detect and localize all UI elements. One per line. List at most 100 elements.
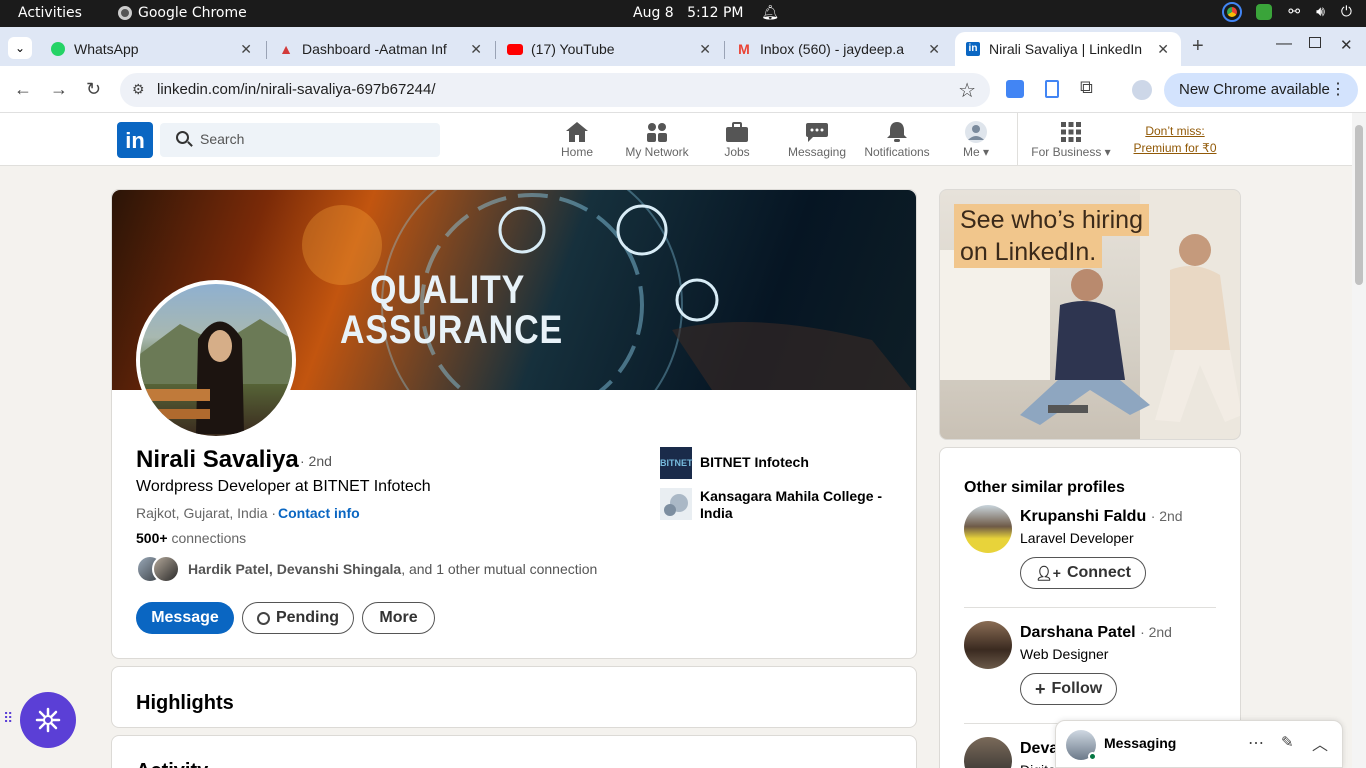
connection-degree: · 2nd bbox=[300, 453, 332, 469]
more-vert-icon[interactable]: ⋮ bbox=[1330, 79, 1346, 99]
similar-name-text: Darshana Patel bbox=[1020, 624, 1136, 641]
nav-jobs-label: Jobs bbox=[724, 145, 750, 159]
profile-avatar-icon[interactable] bbox=[1132, 80, 1152, 100]
drag-handle-icon[interactable]: ⠿ bbox=[3, 710, 13, 727]
gmail-icon: M bbox=[738, 41, 750, 57]
nav-my-network[interactable]: My Network bbox=[617, 119, 697, 159]
connect-label: Connect bbox=[1066, 564, 1131, 581]
system-tray[interactable]: ⚯ 🔊︎ ⏻ bbox=[1222, 2, 1352, 22]
close-icon[interactable]: ✕ bbox=[470, 41, 482, 58]
nav-jobs[interactable]: Jobs bbox=[697, 119, 777, 159]
tab-title: Dashboard -Aatman Inf bbox=[302, 41, 447, 57]
address-bar[interactable]: ⚙ linkedin.com/in/nirali-savaliya-697b67… bbox=[120, 73, 990, 107]
messaging-label: Messaging bbox=[1104, 735, 1177, 751]
similar-name-text: Krupanshi Faldu bbox=[1020, 508, 1147, 525]
mutual-avatar bbox=[152, 555, 180, 583]
assistant-fab[interactable] bbox=[20, 692, 76, 748]
window-close-icon[interactable]: ✕ bbox=[1340, 36, 1353, 54]
minimize-icon[interactable]: — bbox=[1276, 35, 1292, 53]
chevron-up-icon[interactable]: ︿ bbox=[1312, 731, 1328, 755]
more-button[interactable]: More bbox=[362, 602, 435, 634]
close-icon[interactable]: ✕ bbox=[699, 41, 711, 58]
forward-icon[interactable]: → bbox=[50, 79, 68, 100]
bitnet-logo-icon: BITNET bbox=[660, 447, 693, 479]
back-icon[interactable]: ← bbox=[14, 79, 32, 100]
compose-icon[interactable]: ✎ bbox=[1281, 733, 1294, 751]
message-button[interactable]: Message bbox=[136, 602, 234, 634]
follow-button[interactable]: + Follow bbox=[1020, 673, 1118, 705]
nav-messaging[interactable]: Messaging bbox=[777, 119, 857, 159]
nav-notifications[interactable]: Notifications bbox=[857, 119, 937, 159]
connections-count[interactable]: 500+ connections bbox=[136, 530, 246, 546]
me-avatar-icon bbox=[965, 121, 987, 143]
search-box[interactable] bbox=[160, 123, 440, 157]
tab-linkedin[interactable]: in Nirali Savaliya | LinkedIn ✕ bbox=[955, 32, 1181, 66]
contact-info-link[interactable]: Contact info bbox=[278, 505, 360, 521]
tab-gmail[interactable]: M Inbox (560) - jaydeep.a ✕ bbox=[726, 32, 952, 66]
similar-role: Laravel Developer bbox=[1020, 530, 1134, 546]
nav-home-label: Home bbox=[560, 145, 593, 159]
similar-avatar[interactable] bbox=[964, 621, 1012, 669]
nav-messaging-label: Messaging bbox=[787, 145, 847, 159]
premium-line2: Premium for ₹0 bbox=[1133, 141, 1217, 155]
similar-role: Digita bbox=[1020, 762, 1056, 768]
similar-name[interactable]: Deva bbox=[1020, 740, 1058, 758]
nav-for-business-label: For Business bbox=[1031, 145, 1102, 159]
nav-divider bbox=[1017, 113, 1018, 166]
tab-whatsapp[interactable]: WhatsApp ✕ bbox=[40, 32, 264, 66]
mutual-rest: , and 1 other mutual connection bbox=[401, 561, 598, 577]
whatsapp-icon bbox=[50, 41, 66, 57]
linkedin-logo[interactable]: in bbox=[117, 122, 153, 158]
nav-home[interactable]: Home bbox=[537, 119, 617, 159]
similar-name[interactable]: Darshana Patel · 2nd bbox=[1020, 624, 1172, 642]
similar-avatar[interactable] bbox=[964, 737, 1012, 768]
tab-title: Nirali Savaliya | LinkedIn bbox=[989, 41, 1143, 57]
connect-button[interactable]: 👤︎+ Connect bbox=[1020, 557, 1146, 589]
more-horizontal-icon[interactable]: ⋯ bbox=[1248, 733, 1264, 753]
tab-dashboard[interactable]: ▲ Dashboard -Aatman Inf ✕ bbox=[268, 32, 494, 66]
tab-search-icon[interactable]: ⌄ bbox=[8, 37, 32, 59]
extensions-icon[interactable]: ⧉ bbox=[1080, 77, 1093, 98]
ad-headline-line1: See who’s hiring bbox=[954, 204, 1149, 236]
activities-button[interactable]: Activities bbox=[18, 5, 82, 21]
tab-youtube[interactable]: (17) YouTube ✕ bbox=[497, 32, 723, 66]
bookmark-star-icon[interactable]: ☆ bbox=[958, 78, 976, 103]
divider bbox=[964, 607, 1216, 608]
close-icon[interactable]: ✕ bbox=[928, 41, 940, 58]
site-settings-icon[interactable]: ⚙ bbox=[132, 81, 145, 98]
search-input[interactable] bbox=[200, 131, 420, 147]
scrollbar-thumb[interactable] bbox=[1355, 125, 1363, 285]
url-text: linkedin.com/in/nirali-savaliya-697b6724… bbox=[157, 81, 436, 98]
reload-icon[interactable]: ↻ bbox=[86, 79, 101, 100]
clock[interactable]: Aug 8 5:12 PM 🔔︎ bbox=[633, 5, 779, 21]
similar-avatar[interactable] bbox=[964, 505, 1012, 553]
tab-separator bbox=[495, 41, 496, 59]
mutual-connections[interactable]: Hardik Patel, Devanshi Shingala, and 1 o… bbox=[136, 555, 597, 583]
profile-location: Rajkot, Gujarat, India · bbox=[136, 505, 277, 521]
sparkle-icon bbox=[35, 707, 61, 733]
pending-button[interactable]: Pending bbox=[242, 602, 354, 634]
nav-me[interactable]: Me ▾ bbox=[936, 119, 1016, 159]
similar-name[interactable]: Krupanshi Faldu · 2nd bbox=[1020, 508, 1183, 526]
messaging-overlay[interactable]: Messaging ⋯ ✎ ︿ bbox=[1055, 720, 1343, 768]
hiring-ad[interactable]: See who’s hiring on LinkedIn. bbox=[939, 189, 1241, 440]
new-chrome-button[interactable]: New Chrome available ⋮ bbox=[1164, 73, 1358, 107]
nav-for-business[interactable]: For Business ▾ bbox=[1030, 119, 1112, 159]
close-icon[interactable]: ✕ bbox=[240, 41, 252, 58]
new-tab-icon[interactable]: + bbox=[1192, 35, 1204, 58]
app-menu[interactable]: Google Chrome bbox=[118, 5, 247, 21]
close-icon[interactable]: ✕ bbox=[1157, 41, 1169, 58]
translate-icon[interactable] bbox=[1006, 80, 1024, 98]
clipboard-icon[interactable] bbox=[1045, 80, 1059, 98]
education[interactable]: Kansagara Mahila College - India bbox=[660, 488, 900, 522]
mutual-names: Hardik Patel, Devanshi Shingala bbox=[188, 561, 402, 577]
page-scrollbar[interactable] bbox=[1352, 113, 1366, 768]
current-company[interactable]: BITNET BITNET Infotech bbox=[660, 447, 809, 479]
app-name: Google Chrome bbox=[138, 5, 247, 21]
nav-notifications-label: Notifications bbox=[864, 145, 930, 159]
follow-label: Follow bbox=[1051, 680, 1103, 697]
maximize-icon[interactable] bbox=[1309, 37, 1321, 48]
premium-promo-link[interactable]: Don’t miss: Premium for ₹0 bbox=[1125, 123, 1225, 157]
tab-separator bbox=[266, 41, 267, 59]
profile-photo[interactable] bbox=[136, 280, 296, 440]
